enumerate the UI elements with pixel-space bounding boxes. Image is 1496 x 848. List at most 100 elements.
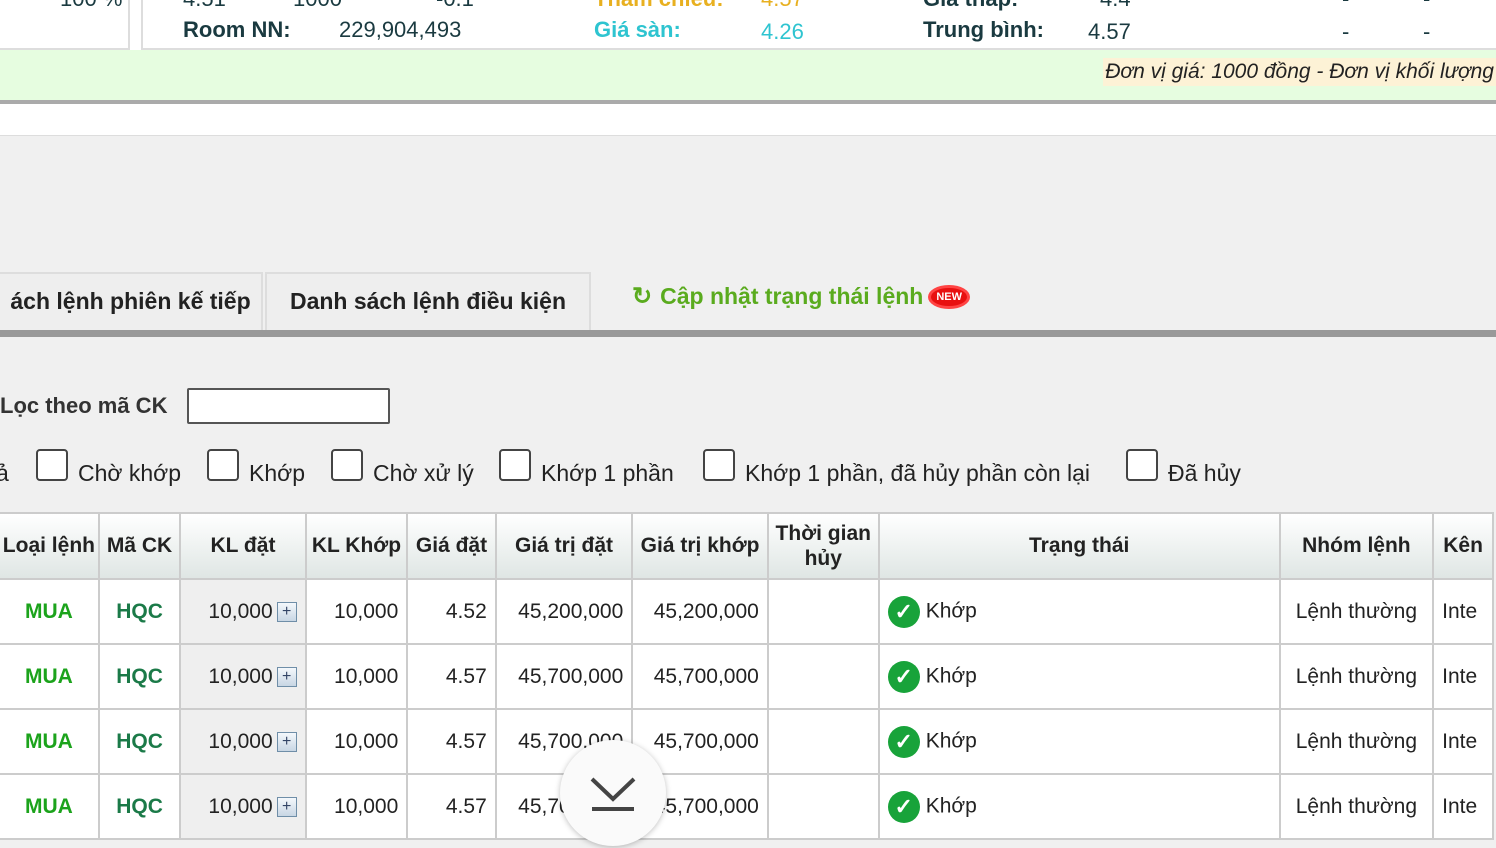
cell: Inte (1432, 643, 1494, 710)
checkbox-label: Khớp 1 phần, đã hủy phần còn lại (745, 460, 1091, 486)
cell-text: Khớp (925, 729, 977, 753)
cell-text: 10,000 (334, 599, 399, 623)
cell-text: Khớp (925, 599, 977, 623)
cell-text: Inte (1442, 794, 1478, 818)
checkbox-matched[interactable] (207, 449, 239, 481)
cell: MUA (0, 708, 100, 775)
cell (766, 773, 880, 840)
cell (766, 578, 880, 645)
tab-conditional-orders[interactable]: Danh sách lệnh điều kiện (265, 272, 591, 330)
refresh-icon: ↻ (632, 283, 653, 310)
cell: HQC (97, 643, 182, 710)
checkbox-partial[interactable] (499, 449, 531, 481)
cell: Lệnh thường (1278, 708, 1435, 775)
column-header: KL Khớp (304, 512, 409, 580)
expand-plus-icon[interactable]: + (276, 796, 297, 817)
cell-text: 10,000 (208, 794, 273, 818)
cell-text: 10,000 (208, 599, 273, 623)
cell-text: HQC (116, 729, 163, 753)
scroll-down-button[interactable] (560, 740, 666, 846)
cell: HQC (97, 708, 182, 775)
price-a: 4.51 (183, 0, 226, 12)
cell-text: 45,200,000 (653, 599, 759, 623)
cell: ✓ Khớp (877, 773, 1281, 840)
avg-value: 4.57 (1088, 19, 1131, 44)
column-header: Giá trị đặt (494, 512, 634, 580)
cell: 10,000 + (179, 578, 307, 645)
column-header: Giá trị khớp (631, 512, 769, 580)
table-row[interactable]: MUAHQC10,000+10,0004.5745,700,00045,700,… (0, 773, 1494, 840)
cell-text: HQC (116, 794, 163, 818)
cell-text: Lệnh thường (1295, 729, 1418, 753)
cell: 4.57 (406, 643, 497, 710)
table-row[interactable]: MUAHQC10,000+10,0004.5745,700,00045,700,… (0, 708, 1494, 775)
cell-text: 45,700,000 (653, 794, 759, 818)
cell: Inte (1432, 578, 1494, 645)
cell (766, 643, 880, 710)
checkbox-label: Khớp 1 phần (541, 460, 674, 486)
cell-text: MUA (24, 599, 73, 623)
room-value: 229,904,493 (339, 17, 462, 42)
checkbox-waiting[interactable] (36, 449, 68, 481)
cell: 10,000 + (179, 643, 307, 710)
checkbox-label: Khớp (249, 460, 306, 486)
cell-text: Lệnh thường (1295, 599, 1418, 623)
ref-value: 4.57 (761, 0, 804, 12)
expand-plus-icon[interactable]: + (276, 731, 297, 752)
cell-text: HQC (116, 664, 163, 688)
column-header: Loại lệnh (0, 512, 100, 580)
cell: 10,000 (304, 773, 409, 840)
column-header: KL đặt (179, 512, 307, 580)
cell: 10,000 (304, 643, 409, 710)
table-row[interactable]: MUAHQC10,000+10,0004.5745,700,00045,700,… (0, 643, 1494, 710)
spacer (0, 104, 1496, 136)
cell: 10,000 + (179, 708, 307, 775)
cell: 10,000 (304, 708, 409, 775)
column-header: Mã CK (97, 512, 182, 580)
chevron-down-icon (590, 777, 636, 811)
unit-bar: Đơn vị giá: 1000 đồng - Đơn vị khối lượn… (0, 50, 1496, 100)
check-circle-icon: ✓ (887, 725, 920, 758)
cell-text: Inte (1442, 729, 1478, 753)
expand-plus-icon[interactable]: + (276, 666, 297, 687)
cell-text: Inte (1442, 599, 1478, 623)
cell-text: 10,000 (208, 664, 273, 688)
check-circle-icon: ✓ (887, 595, 920, 628)
avg-label: Trung bình: (923, 17, 1044, 42)
dash: - (1423, 0, 1430, 12)
checkbox-partial-cancelled[interactable] (703, 449, 735, 481)
checkbox-processing[interactable] (331, 449, 363, 481)
tab-divider (0, 330, 1496, 337)
cell: MUA (0, 773, 100, 840)
column-header: Giá đặt (406, 512, 497, 580)
room-label: Room NN: (183, 17, 291, 42)
cell-text: MUA (24, 664, 73, 688)
floor-label: Giá sàn: (594, 17, 681, 42)
pct: 100 % (60, 0, 122, 12)
cell-text: Inte (1442, 664, 1478, 688)
cell: 45,200,000 (494, 578, 634, 645)
cell-text: Lệnh thường (1295, 664, 1418, 688)
column-header: Kên (1432, 512, 1494, 580)
change: -0.1 (436, 0, 474, 12)
tab-next-session-orders[interactable]: ách lệnh phiên kế tiếp (0, 272, 263, 330)
cell: ✓ Khớp (877, 708, 1281, 775)
cell-text: HQC (116, 599, 163, 623)
filter-label: Lọc theo mã CK (0, 393, 168, 418)
table-row[interactable]: MUA HQC 10,000 +10,000 4.52 45,200,000 45,200,… (0, 578, 1494, 645)
cell-text: 45,200,000 (518, 599, 624, 623)
expand-plus-icon[interactable]: + (276, 601, 297, 622)
cell-text: 10,000 (334, 729, 399, 753)
checkbox-cancelled[interactable] (1126, 449, 1158, 481)
symbol-filter-input[interactable] (187, 388, 390, 424)
cell: HQC (97, 773, 182, 840)
update-status-link[interactable]: ↻ Cập nhật trạng thái lệnh NEW (632, 282, 968, 311)
checkbox-label: Chờ xử lý (373, 460, 474, 486)
column-header: Thời gian hủy (766, 512, 880, 580)
check-circle-icon: ✓ (887, 660, 920, 693)
vol-b: 1000 (293, 0, 342, 12)
update-status-label: Cập nhật trạng thái lệnh (660, 283, 924, 309)
cell-text: MUA (24, 794, 73, 818)
cell: 10,000 + (179, 773, 307, 840)
stock-summary-panel: 100 % 4.51 1000 -0.1 Tham chiếu: 4.57 Gi… (0, 0, 1496, 50)
